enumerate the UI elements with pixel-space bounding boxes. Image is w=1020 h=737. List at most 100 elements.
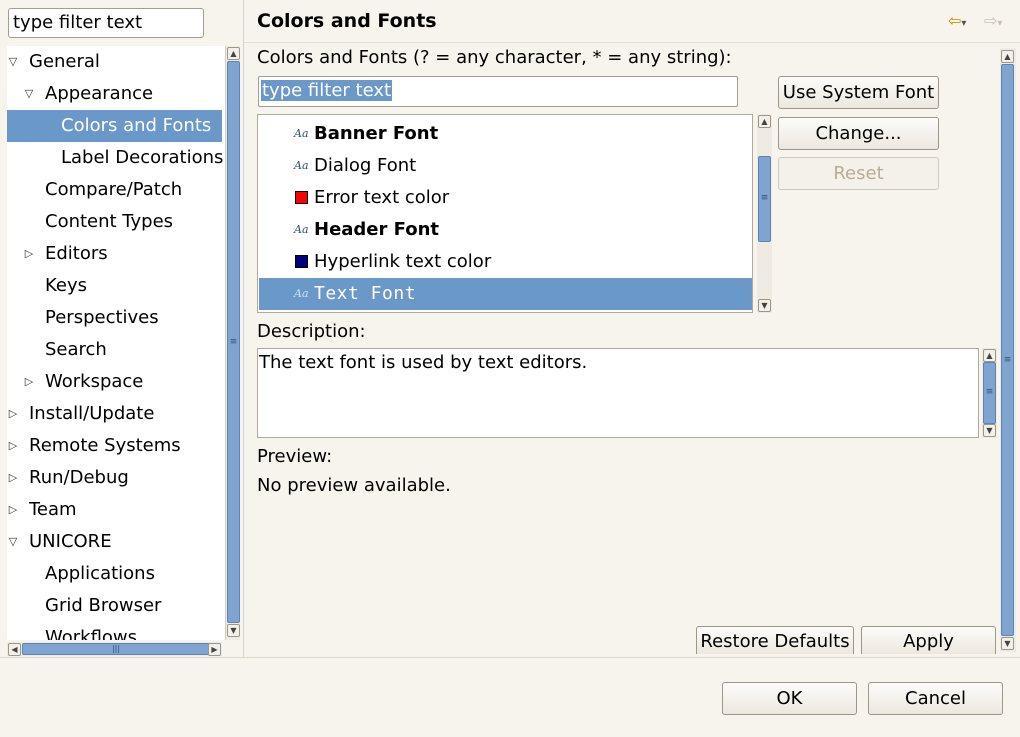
tree-item-workspace[interactable]: ▷ Workspace (7, 366, 222, 398)
collapsed-twisty-icon[interactable]: ▷ (23, 366, 35, 398)
list-vertical-scrollbar[interactable]: ▲ ≡ ▼ (757, 114, 772, 313)
list-item-label: Hyperlink text color (314, 251, 492, 272)
title-separator (244, 42, 1020, 43)
tree-item-label-decorations[interactable]: Label Decorations (7, 142, 224, 174)
list-item-label: Banner Font (314, 123, 439, 144)
collapsed-twisty-icon[interactable]: ▷ (7, 398, 19, 430)
tree-item-label: Editors (45, 243, 108, 264)
forward-arrow-icon[interactable]: ⇨▾ (984, 12, 1002, 33)
scroll-up-icon[interactable]: ▲ (227, 47, 240, 60)
tree-item-appearance[interactable]: ▽ Appearance (7, 78, 222, 110)
description-scrollbar[interactable]: ▲ ≡ ▼ (982, 348, 997, 438)
font-icon: Aa (294, 287, 309, 300)
button-bar-separator (0, 657, 1020, 658)
collapsed-twisty-icon[interactable]: ▷ (7, 430, 19, 462)
color-swatch-icon (295, 255, 308, 268)
list-item-error-text-color[interactable]: Error text color (259, 182, 752, 214)
tree-item-label: Applications (45, 563, 155, 584)
tree-item-grid-browser[interactable]: Grid Browser (7, 590, 222, 622)
reset-button[interactable]: Reset (778, 157, 939, 190)
cancel-button[interactable]: Cancel (868, 682, 1003, 715)
page-title: Colors and Fonts (257, 10, 437, 32)
tree-filter-input[interactable]: type filter text (8, 8, 204, 38)
tree-item-compare-patch[interactable]: Compare/Patch (7, 174, 222, 206)
description-label: Description: (257, 321, 366, 342)
tree-item-label: Search (45, 339, 107, 360)
collapsed-twisty-icon[interactable]: ▷ (23, 238, 35, 270)
list-item-header-font[interactable]: Aa Header Font (259, 214, 752, 246)
scroll-up-icon[interactable]: ▲ (1001, 50, 1014, 63)
tree-item-remote-systems[interactable]: ▷ Remote Systems (7, 430, 222, 462)
tree-item-label: Compare/Patch (45, 179, 183, 200)
filter-selected-text: type filter text (261, 80, 393, 101)
ok-button[interactable]: OK (722, 682, 857, 715)
list-item-label: Error text color (314, 187, 450, 208)
tree-item-general[interactable]: ▽ General (7, 46, 222, 78)
horizontal-scroll-thumb[interactable]: ||| (22, 643, 210, 655)
tree-item-label: Run/Debug (29, 467, 129, 488)
tree-item-editors[interactable]: ▷ Editors (7, 238, 222, 270)
tree-item-keys[interactable]: Keys (7, 270, 222, 302)
description-text: The text font is used by text editors. (257, 348, 979, 438)
tree-item-perspectives[interactable]: Perspectives (7, 302, 222, 334)
scroll-down-icon[interactable]: ▼ (758, 299, 771, 312)
tree-item-search[interactable]: Search (7, 334, 222, 366)
colors-fonts-filter-input[interactable]: type filter text (258, 76, 738, 107)
scroll-down-icon[interactable]: ▼ (227, 624, 240, 637)
tree-item-label: Remote Systems (29, 435, 181, 456)
collapsed-twisty-icon[interactable]: ▷ (7, 494, 19, 526)
scroll-down-icon[interactable]: ▼ (1001, 637, 1014, 650)
tree-horizontal-scrollbar[interactable]: ◀ ||| ▶ (7, 642, 222, 656)
font-icon: Aa (294, 223, 309, 236)
tree-item-label: Label Decorations (61, 147, 224, 168)
tree-item-label: Appearance (45, 83, 154, 104)
back-arrow-icon[interactable]: ⇦▾ (948, 12, 966, 33)
scroll-thumb[interactable]: ≡ (983, 362, 996, 424)
collapsed-twisty-icon[interactable]: ▷ (7, 462, 19, 494)
scroll-thumb[interactable]: ≡ (1001, 64, 1014, 636)
tree-item-unicore[interactable]: ▽ UNICORE (7, 526, 222, 558)
tree-item-label: General (29, 51, 100, 72)
scroll-up-icon[interactable]: ▲ (758, 115, 771, 128)
scroll-up-icon[interactable]: ▲ (983, 349, 996, 362)
list-item-text-font[interactable]: Aa Text Font (259, 278, 752, 310)
restore-defaults-button[interactable]: Restore Defaults (696, 626, 854, 654)
tree-vertical-scrollbar[interactable]: ▲ ≡ ▼ (225, 46, 240, 640)
expanded-twisty-icon[interactable]: ▽ (23, 78, 35, 110)
colors-fonts-label: Colors and Fonts (? = any character, * =… (257, 47, 732, 68)
expanded-twisty-icon[interactable]: ▽ (7, 526, 19, 558)
colors-fonts-list[interactable]: Aa Banner Font Aa Dialog Font Error text col… (257, 114, 753, 313)
preview-text: No preview available. (257, 475, 451, 496)
scroll-right-icon[interactable]: ▶ (208, 643, 221, 656)
tree-item-applications[interactable]: Applications (7, 558, 222, 590)
tree-item-install-update[interactable]: ▷ Install/Update (7, 398, 222, 430)
scroll-thumb[interactable]: ≡ (758, 156, 771, 242)
list-item-banner-font[interactable]: Aa Banner Font (259, 118, 752, 150)
sash-divider[interactable] (243, 0, 244, 657)
tree-item-team[interactable]: ▷ Team (7, 494, 222, 526)
tree-item-label: Workspace (45, 371, 144, 392)
tree-item-label: Content Types (45, 211, 174, 232)
list-item-dialog-font[interactable]: Aa Dialog Font (259, 150, 752, 182)
scroll-left-icon[interactable]: ◀ (8, 643, 21, 656)
tree-item-label: Keys (45, 275, 88, 296)
preference-tree[interactable]: ▽ General ▽ Appearance Colors and Fonts Label… (7, 46, 225, 640)
expanded-twisty-icon[interactable]: ▽ (7, 46, 19, 78)
change-button[interactable]: Change... (778, 117, 939, 150)
tree-item-label: Grid Browser (45, 595, 162, 616)
scroll-down-icon[interactable]: ▼ (983, 424, 996, 437)
tree-item-run-debug[interactable]: ▷ Run/Debug (7, 462, 222, 494)
list-item-label: Dialog Font (314, 155, 417, 176)
list-item-hyperlink-text-color[interactable]: Hyperlink text color (259, 246, 752, 278)
tree-item-colors-and-fonts[interactable]: Colors and Fonts (7, 110, 222, 142)
color-swatch-icon (295, 191, 308, 204)
scroll-thumb[interactable]: ≡ (227, 61, 240, 623)
page-vertical-scrollbar[interactable]: ▲ ≡ ▼ (1000, 48, 1016, 652)
apply-button[interactable]: Apply (861, 626, 996, 654)
font-icon: Aa (294, 159, 309, 172)
use-system-font-button[interactable]: Use System Font (778, 76, 939, 109)
tree-item-workflows[interactable]: Workflows (7, 622, 222, 640)
tree-item-content-types[interactable]: Content Types (7, 206, 222, 238)
list-item-label: Text Font (314, 283, 417, 304)
tree-item-label: Install/Update (29, 403, 155, 424)
